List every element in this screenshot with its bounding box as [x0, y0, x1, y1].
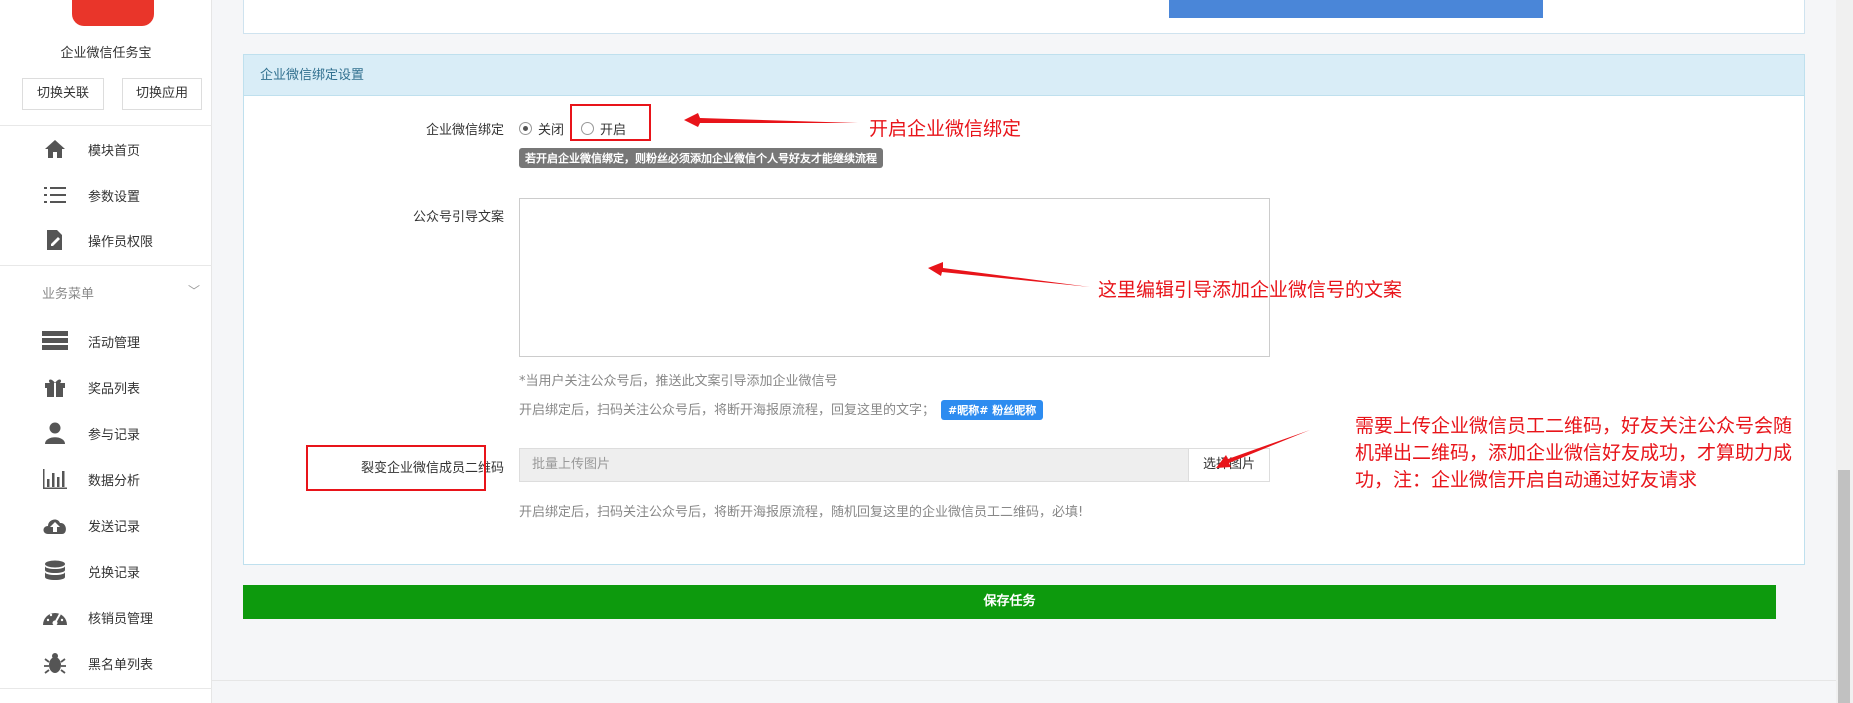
annotation-text-3-line-3: 功，注：企业微信开启自动通过好友请求 [1355, 469, 1698, 491]
annotation-arrows [684, 113, 1310, 468]
annotation-text-2: 这里编辑引导添加企业微信号的文案 [1098, 279, 1403, 301]
scrollbar-thumb[interactable] [1838, 470, 1850, 703]
annotation-arrow-1 [684, 113, 858, 127]
page: 企业微信任务宝 切换关联 切换应用 模块首页 参数设置 操作员权限 业务菜单 ﹀ [0, 0, 1853, 703]
annotation-text-1: 开启企业微信绑定 [869, 118, 1022, 140]
annotation-arrow-2 [928, 262, 1090, 287]
annotation-text-3-line-2: 机弹出二维码，添加企业微信好友成功，才算助力成 [1355, 442, 1793, 464]
annotation-text-3-line-1: 需要上传企业微信员工二维码，好友关注公众号会随 [1355, 415, 1793, 437]
annotation-arrow-3 [1216, 430, 1310, 468]
